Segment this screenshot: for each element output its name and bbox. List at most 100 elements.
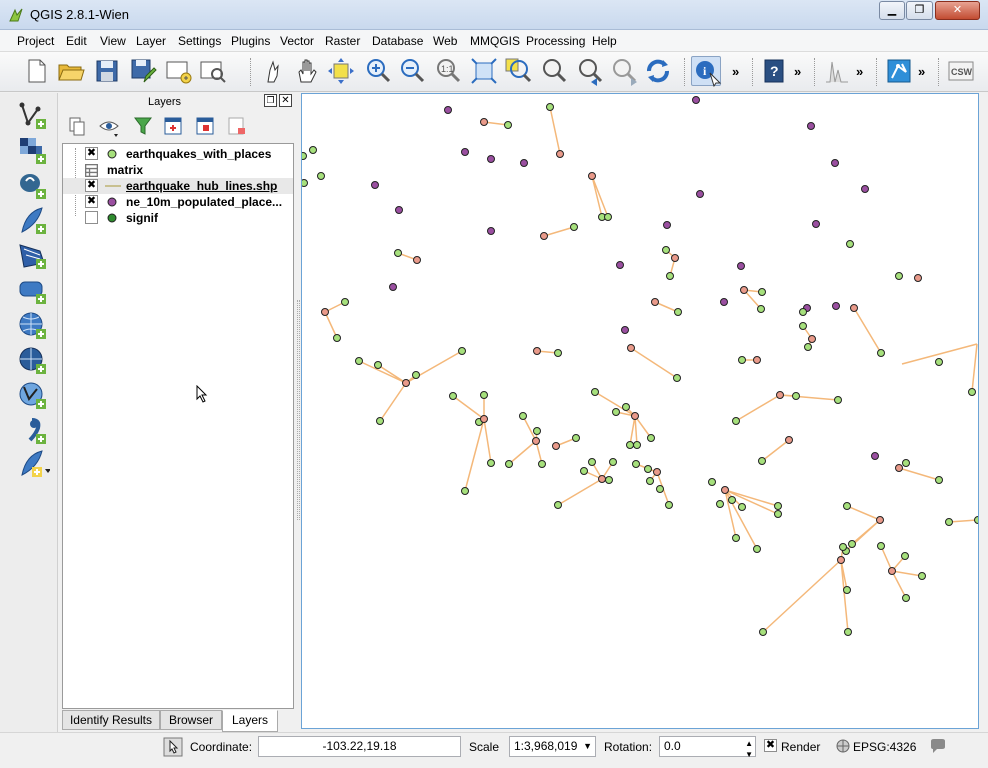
layer-visibility-checkbox[interactable]: ✖	[85, 147, 98, 160]
toolbar-overflow-icon[interactable]: »	[794, 64, 801, 79]
save-as-icon[interactable]	[128, 56, 158, 86]
render-label: Render	[781, 740, 821, 754]
zoom-in-icon[interactable]	[363, 56, 393, 86]
pan-map-icon[interactable]	[292, 56, 322, 86]
manage-layers-icon[interactable]	[194, 115, 216, 137]
crs-label[interactable]: EPSG:4326	[853, 740, 916, 754]
add-vector-layer-icon[interactable]	[18, 101, 50, 131]
layer-name: matrix	[107, 163, 144, 177]
csw-icon[interactable]: CSW	[946, 56, 976, 86]
zoom-full-icon[interactable]	[469, 56, 499, 86]
layer-row[interactable]: ✖ earthquake_hub_lines.shp	[63, 178, 293, 194]
scale-label: Scale	[469, 740, 500, 754]
rotation-spinbox[interactable]: 0.0 ▲ ▼	[659, 736, 756, 759]
layer-row[interactable]: signif	[63, 210, 293, 226]
add-wfs-layer-icon[interactable]	[18, 381, 50, 411]
tab-layers[interactable]: Layers	[222, 710, 278, 732]
add-oracle-layer-icon[interactable]	[18, 276, 50, 306]
menu-layer[interactable]: Layer	[136, 34, 166, 48]
panel-title: Layers	[148, 96, 182, 108]
menu-raster[interactable]: Raster	[325, 34, 360, 48]
add-wms-layer-icon[interactable]	[18, 311, 50, 341]
tab-browser[interactable]: Browser	[160, 710, 222, 730]
qgis-logo-icon	[9, 8, 23, 22]
add-mssql-layer-icon[interactable]	[18, 241, 50, 271]
menu-web[interactable]: Web	[433, 34, 457, 48]
zoom-out-icon[interactable]	[397, 56, 427, 86]
georeferencer-icon[interactable]	[884, 56, 914, 86]
minimize-button[interactable]: ▁	[879, 1, 905, 20]
zoom-to-selection-icon[interactable]	[503, 56, 533, 86]
layer-row[interactable]: matrix	[63, 162, 293, 178]
touch-zoom-icon[interactable]	[258, 56, 288, 86]
coordinate-field[interactable]: -103.22,19.18	[258, 736, 461, 757]
render-checkbox[interactable]: ✖	[764, 739, 777, 752]
float-panel-icon[interactable]: ❐	[264, 94, 277, 107]
hub-lines	[324, 106, 978, 633]
open-project-icon[interactable]	[56, 56, 86, 86]
window-title: QGIS 2.8.1-Wien	[30, 7, 129, 22]
menu-edit[interactable]: Edit	[66, 34, 87, 48]
menu-project[interactable]: Project	[17, 34, 54, 48]
help-contents-icon[interactable]: ?	[760, 56, 790, 86]
menu-mmqgis[interactable]: MMQGIS	[470, 34, 520, 48]
layer-row[interactable]: ✖ ne_10m_populated_place...	[63, 194, 293, 210]
toolbar-overflow-icon[interactable]: »	[918, 64, 925, 79]
menu-database[interactable]: Database	[372, 34, 423, 48]
layer-row[interactable]: ✖ earthquakes_with_places	[63, 146, 293, 162]
composer-manager-icon[interactable]	[197, 56, 227, 86]
crs-globe-icon[interactable]	[835, 738, 851, 754]
menu-view[interactable]: View	[100, 34, 126, 48]
histogram-icon[interactable]	[822, 56, 852, 86]
mouse-toggle-icon[interactable]	[163, 737, 183, 757]
layer-visibility-checkbox[interactable]	[85, 211, 98, 224]
status-bar: Coordinate: -103.22,19.18 Scale 1:3,968,…	[0, 732, 988, 768]
add-group-icon[interactable]	[162, 115, 184, 137]
visibility-eye-icon[interactable]	[98, 115, 120, 137]
toolbar-separator	[938, 58, 940, 86]
filter-legend-icon[interactable]	[132, 115, 154, 137]
add-delimited-text-layer-icon[interactable]	[18, 416, 50, 446]
zoom-to-layer-icon[interactable]	[539, 56, 569, 86]
layer-visibility-checkbox[interactable]: ✖	[85, 179, 98, 192]
menu-help[interactable]: Help	[592, 34, 617, 48]
new-print-composer-icon[interactable]	[163, 56, 193, 86]
spin-down-icon[interactable]: ▼	[745, 745, 753, 764]
panel-splitter[interactable]	[297, 300, 300, 520]
add-spatialite-layer-icon[interactable]	[18, 206, 50, 236]
add-postgis-layer-icon[interactable]	[18, 171, 50, 201]
menu-settings[interactable]: Settings	[178, 34, 221, 48]
remove-layer-icon[interactable]	[226, 115, 248, 137]
new-shapefile-layer-icon[interactable]	[18, 449, 51, 479]
toolbar-overflow-icon[interactable]: »	[732, 64, 739, 79]
message-log-icon[interactable]	[929, 738, 947, 754]
layer-name: earthquakes_with_places	[126, 147, 272, 161]
refresh-icon[interactable]	[643, 56, 673, 86]
zoom-native-icon[interactable]: 1:1	[433, 56, 463, 86]
add-wcs-layer-icon[interactable]	[18, 346, 50, 376]
close-panel-icon[interactable]: ✕	[279, 94, 292, 107]
menu-vector[interactable]: Vector	[280, 34, 314, 48]
zoom-next-icon[interactable]	[609, 56, 639, 86]
toolbar-overflow-icon[interactable]: »	[856, 64, 863, 79]
add-raster-layer-icon[interactable]	[18, 136, 50, 166]
title-bar: QGIS 2.8.1-Wien ▁ ❐ ✕	[0, 0, 988, 30]
menu-plugins[interactable]: Plugins	[231, 34, 270, 48]
panel-tabs: Identify Results Browser Layers	[60, 710, 296, 732]
pan-to-selection-icon[interactable]	[326, 56, 356, 86]
map-canvas[interactable]	[299, 93, 982, 729]
hub-points	[321, 118, 922, 575]
layer-visibility-checkbox[interactable]: ✖	[85, 195, 98, 208]
layer-name: ne_10m_populated_place...	[126, 195, 283, 209]
save-project-icon[interactable]	[92, 56, 122, 86]
zoom-last-icon[interactable]	[575, 56, 605, 86]
rotation-label: Rotation:	[604, 740, 653, 754]
scale-select[interactable]: 1:3,968,019 ▼	[509, 736, 596, 757]
maximize-button[interactable]: ❐	[906, 1, 933, 20]
identify-features-icon[interactable]: i	[691, 56, 722, 88]
new-project-icon[interactable]	[22, 56, 52, 86]
close-button[interactable]: ✕	[935, 1, 980, 20]
menu-processing[interactable]: Processing	[526, 34, 585, 48]
tab-identify-results[interactable]: Identify Results	[62, 710, 160, 730]
expand-all-icon[interactable]	[66, 115, 88, 137]
